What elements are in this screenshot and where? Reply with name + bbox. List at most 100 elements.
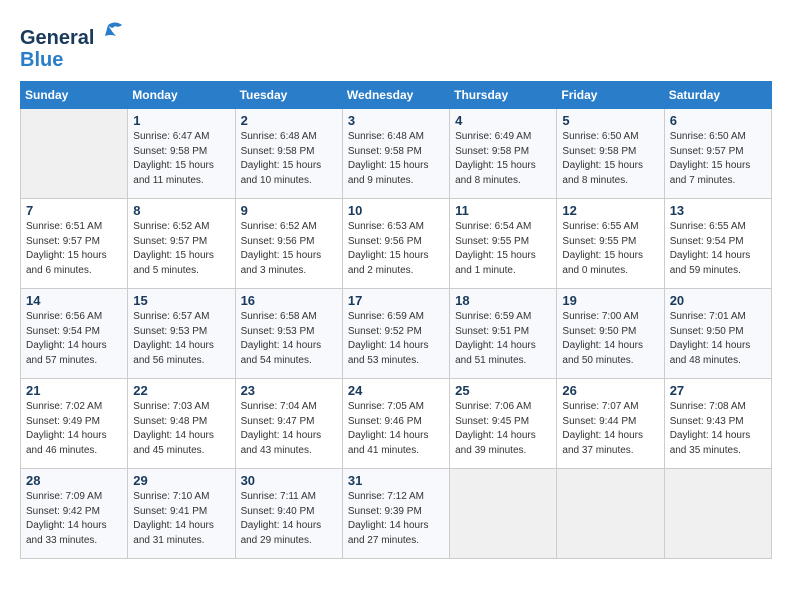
header-row: SundayMondayTuesdayWednesdayThursdayFrid… xyxy=(21,82,772,109)
day-number: 6 xyxy=(670,113,766,128)
day-info: Sunrise: 6:54 AM Sunset: 9:55 PM Dayligh… xyxy=(455,220,551,278)
day-cell: 7Sunrise: 6:51 AM Sunset: 9:57 PM Daylig… xyxy=(21,199,128,289)
day-cell: 14Sunrise: 6:56 AM Sunset: 9:54 PM Dayli… xyxy=(21,289,128,379)
day-number: 19 xyxy=(562,293,658,308)
day-cell: 9 Sunrise: 6:52 AM Sunset: 9:56 PM Daylig… xyxy=(235,199,342,289)
day-number: 26 xyxy=(562,383,658,398)
day-cell: 19 Sunrise: 7:00 AM Sunset: 9:50 PM Dayli… xyxy=(557,289,664,379)
day-info: Sunrise: 7:09 AM Sunset: 9:42 PM Dayligh… xyxy=(26,490,122,548)
day-info: Sunrise: 6:52 AM Sunset: 9:56 PM Dayligh… xyxy=(241,220,337,278)
day-cell xyxy=(664,469,771,559)
day-number: 29 xyxy=(133,473,229,488)
day-info: Sunrise: 6:49 AM Sunset: 9:58 PM Dayligh… xyxy=(455,130,551,188)
day-cell: 4 Sunrise: 6:49 AM Sunset: 9:58 PM Daylig… xyxy=(450,109,557,199)
day-cell: 11 Sunrise: 6:54 AM Sunset: 9:55 PM Dayli… xyxy=(450,199,557,289)
day-number: 30 xyxy=(241,473,337,488)
day-info: Sunrise: 6:53 AM Sunset: 9:56 PM Dayligh… xyxy=(348,220,444,278)
day-info: Sunrise: 7:01 AM Sunset: 9:50 PM Dayligh… xyxy=(670,310,766,368)
day-info: Sunrise: 7:11 AM Sunset: 9:40 PM Dayligh… xyxy=(241,490,337,548)
day-number: 1 xyxy=(133,113,229,128)
day-info: Sunrise: 6:55 AM Sunset: 9:55 PM Dayligh… xyxy=(562,220,658,278)
header-cell-monday: Monday xyxy=(128,82,235,109)
day-cell: 1 Sunrise: 6:47 AM Sunset: 9:58 PM Daylig… xyxy=(128,109,235,199)
day-cell: 2 Sunrise: 6:48 AM Sunset: 9:58 PM Daylig… xyxy=(235,109,342,199)
day-cell: 12 Sunrise: 6:55 AM Sunset: 9:55 PM Dayli… xyxy=(557,199,664,289)
day-info: Sunrise: 7:08 AM Sunset: 9:43 PM Dayligh… xyxy=(670,400,766,458)
day-number: 2 xyxy=(241,113,337,128)
calendar-table: SundayMondayTuesdayWednesdayThursdayFrid… xyxy=(20,81,772,559)
day-cell xyxy=(557,469,664,559)
header-cell-tuesday: Tuesday xyxy=(235,82,342,109)
day-cell: 22 Sunrise: 7:03 AM Sunset: 9:48 PM Dayli… xyxy=(128,379,235,469)
day-cell: 3 Sunrise: 6:48 AM Sunset: 9:58 PM Daylig… xyxy=(342,109,449,199)
day-cell: 30 Sunrise: 7:11 AM Sunset: 9:40 PM Dayli… xyxy=(235,469,342,559)
day-number: 18 xyxy=(455,293,551,308)
day-info: Sunrise: 6:48 AM Sunset: 9:58 PM Dayligh… xyxy=(348,130,444,188)
day-number: 17 xyxy=(348,293,444,308)
day-cell: 5 Sunrise: 6:50 AM Sunset: 9:58 PM Daylig… xyxy=(557,109,664,199)
day-info: Sunrise: 6:47 AM Sunset: 9:58 PM Dayligh… xyxy=(133,130,229,188)
day-cell: 27 Sunrise: 7:08 AM Sunset: 9:43 PM Dayli… xyxy=(664,379,771,469)
day-cell: 31 Sunrise: 7:12 AM Sunset: 9:39 PM Dayli… xyxy=(342,469,449,559)
day-info: Sunrise: 7:02 AM Sunset: 9:49 PM Dayligh… xyxy=(26,400,122,458)
header-cell-saturday: Saturday xyxy=(664,82,771,109)
day-number: 9 xyxy=(241,203,337,218)
week-row-1: 1 Sunrise: 6:47 AM Sunset: 9:58 PM Daylig… xyxy=(21,109,772,199)
day-info: Sunrise: 7:12 AM Sunset: 9:39 PM Dayligh… xyxy=(348,490,444,548)
svg-text:Blue: Blue xyxy=(20,49,63,71)
day-number: 31 xyxy=(348,473,444,488)
day-cell: 24 Sunrise: 7:05 AM Sunset: 9:46 PM Dayli… xyxy=(342,379,449,469)
day-number: 24 xyxy=(348,383,444,398)
header-cell-sunday: Sunday xyxy=(21,82,128,109)
day-number: 27 xyxy=(670,383,766,398)
day-number: 11 xyxy=(455,203,551,218)
svg-text:General: General xyxy=(20,27,94,49)
day-number: 22 xyxy=(133,383,229,398)
day-number: 20 xyxy=(670,293,766,308)
day-cell: 10Sunrise: 6:53 AM Sunset: 9:56 PM Dayli… xyxy=(342,199,449,289)
day-cell: 17 Sunrise: 6:59 AM Sunset: 9:52 PM Dayli… xyxy=(342,289,449,379)
day-info: Sunrise: 6:48 AM Sunset: 9:58 PM Dayligh… xyxy=(241,130,337,188)
header-cell-thursday: Thursday xyxy=(450,82,557,109)
day-info: Sunrise: 6:50 AM Sunset: 9:58 PM Dayligh… xyxy=(562,130,658,188)
day-info: Sunrise: 6:55 AM Sunset: 9:54 PM Dayligh… xyxy=(670,220,766,278)
day-number: 5 xyxy=(562,113,658,128)
header-cell-friday: Friday xyxy=(557,82,664,109)
day-cell: 13 Sunrise: 6:55 AM Sunset: 9:54 PM Dayli… xyxy=(664,199,771,289)
day-info: Sunrise: 7:07 AM Sunset: 9:44 PM Dayligh… xyxy=(562,400,658,458)
day-cell: 18 Sunrise: 6:59 AM Sunset: 9:51 PM Dayli… xyxy=(450,289,557,379)
week-row-2: 7Sunrise: 6:51 AM Sunset: 9:57 PM Daylig… xyxy=(21,199,772,289)
logo: General Blue xyxy=(20,20,130,75)
day-number: 7 xyxy=(26,203,122,218)
day-cell: 29 Sunrise: 7:10 AM Sunset: 9:41 PM Dayli… xyxy=(128,469,235,559)
day-info: Sunrise: 6:58 AM Sunset: 9:53 PM Dayligh… xyxy=(241,310,337,368)
day-info: Sunrise: 6:57 AM Sunset: 9:53 PM Dayligh… xyxy=(133,310,229,368)
day-number: 15 xyxy=(133,293,229,308)
day-cell: 20 Sunrise: 7:01 AM Sunset: 9:50 PM Dayli… xyxy=(664,289,771,379)
day-info: Sunrise: 7:10 AM Sunset: 9:41 PM Dayligh… xyxy=(133,490,229,548)
day-number: 3 xyxy=(348,113,444,128)
day-number: 28 xyxy=(26,473,122,488)
logo-svg: General Blue xyxy=(20,20,130,75)
day-cell: 8Sunrise: 6:52 AM Sunset: 9:57 PM Daylig… xyxy=(128,199,235,289)
day-number: 21 xyxy=(26,383,122,398)
day-info: Sunrise: 7:05 AM Sunset: 9:46 PM Dayligh… xyxy=(348,400,444,458)
day-info: Sunrise: 7:03 AM Sunset: 9:48 PM Dayligh… xyxy=(133,400,229,458)
day-cell: 28 Sunrise: 7:09 AM Sunset: 9:42 PM Dayli… xyxy=(21,469,128,559)
day-info: Sunrise: 6:56 AM Sunset: 9:54 PM Dayligh… xyxy=(26,310,122,368)
day-number: 12 xyxy=(562,203,658,218)
day-cell: 25Sunrise: 7:06 AM Sunset: 9:45 PM Dayli… xyxy=(450,379,557,469)
day-number: 8 xyxy=(133,203,229,218)
day-cell: 21 Sunrise: 7:02 AM Sunset: 9:49 PM Dayli… xyxy=(21,379,128,469)
day-cell: 23Sunrise: 7:04 AM Sunset: 9:47 PM Dayli… xyxy=(235,379,342,469)
day-cell: 16Sunrise: 6:58 AM Sunset: 9:53 PM Dayli… xyxy=(235,289,342,379)
day-cell xyxy=(21,109,128,199)
day-info: Sunrise: 6:59 AM Sunset: 9:51 PM Dayligh… xyxy=(455,310,551,368)
day-info: Sunrise: 6:59 AM Sunset: 9:52 PM Dayligh… xyxy=(348,310,444,368)
day-cell xyxy=(450,469,557,559)
week-row-4: 21 Sunrise: 7:02 AM Sunset: 9:49 PM Dayli… xyxy=(21,379,772,469)
page-header: General Blue xyxy=(20,20,772,75)
day-info: Sunrise: 7:00 AM Sunset: 9:50 PM Dayligh… xyxy=(562,310,658,368)
day-number: 4 xyxy=(455,113,551,128)
day-number: 13 xyxy=(670,203,766,218)
